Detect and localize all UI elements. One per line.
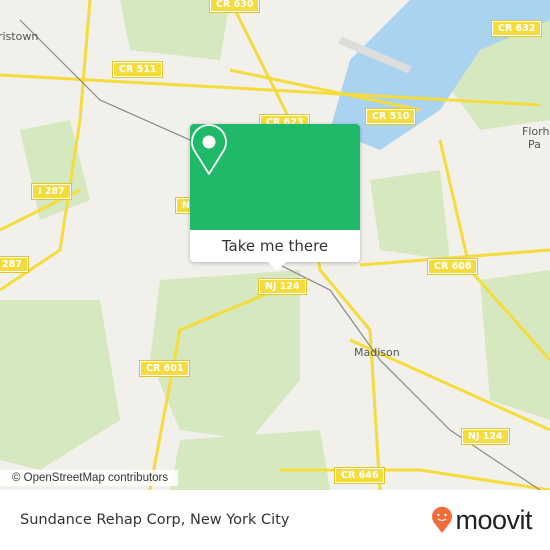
- map-pin-icon: [191, 124, 227, 175]
- road-label: CR 510: [364, 108, 417, 125]
- place-label: ristown: [0, 30, 39, 43]
- footer: Sundance Rehap Corp, New York City moovi…: [0, 490, 550, 550]
- road-label: CR 608: [426, 258, 479, 275]
- moovit-pin-icon: [432, 506, 453, 533]
- moovit-wordmark: moovit: [455, 504, 532, 535]
- road-label: NJ 124: [461, 428, 510, 445]
- road-label: CR 632: [490, 20, 543, 37]
- take-me-there-button[interactable]: Take me there: [190, 230, 360, 262]
- road-label: 287: [0, 256, 29, 273]
- moovit-logo[interactable]: moovit: [431, 505, 532, 536]
- place-label: Madison: [354, 346, 400, 359]
- place-label: Pa: [528, 138, 541, 151]
- location-popup: Take me there: [190, 124, 360, 271]
- location-title: Sundance Rehap Corp, New York City: [20, 512, 290, 528]
- map-attribution[interactable]: © OpenStreetMap contributors: [0, 470, 179, 486]
- place-label: Florh: [522, 125, 550, 138]
- road-label: CR 601: [138, 360, 191, 377]
- popup-header: [190, 124, 360, 230]
- road-label: I 287: [31, 183, 72, 200]
- road-label: NJ 124: [258, 278, 307, 295]
- map[interactable]: CR 630 CR 632 CR 511 CR 510 CR 623 I 287…: [0, 0, 550, 490]
- road-label: CR 511: [111, 61, 164, 78]
- road-label: CR 630: [208, 0, 261, 13]
- road-label: CR 646: [333, 467, 386, 484]
